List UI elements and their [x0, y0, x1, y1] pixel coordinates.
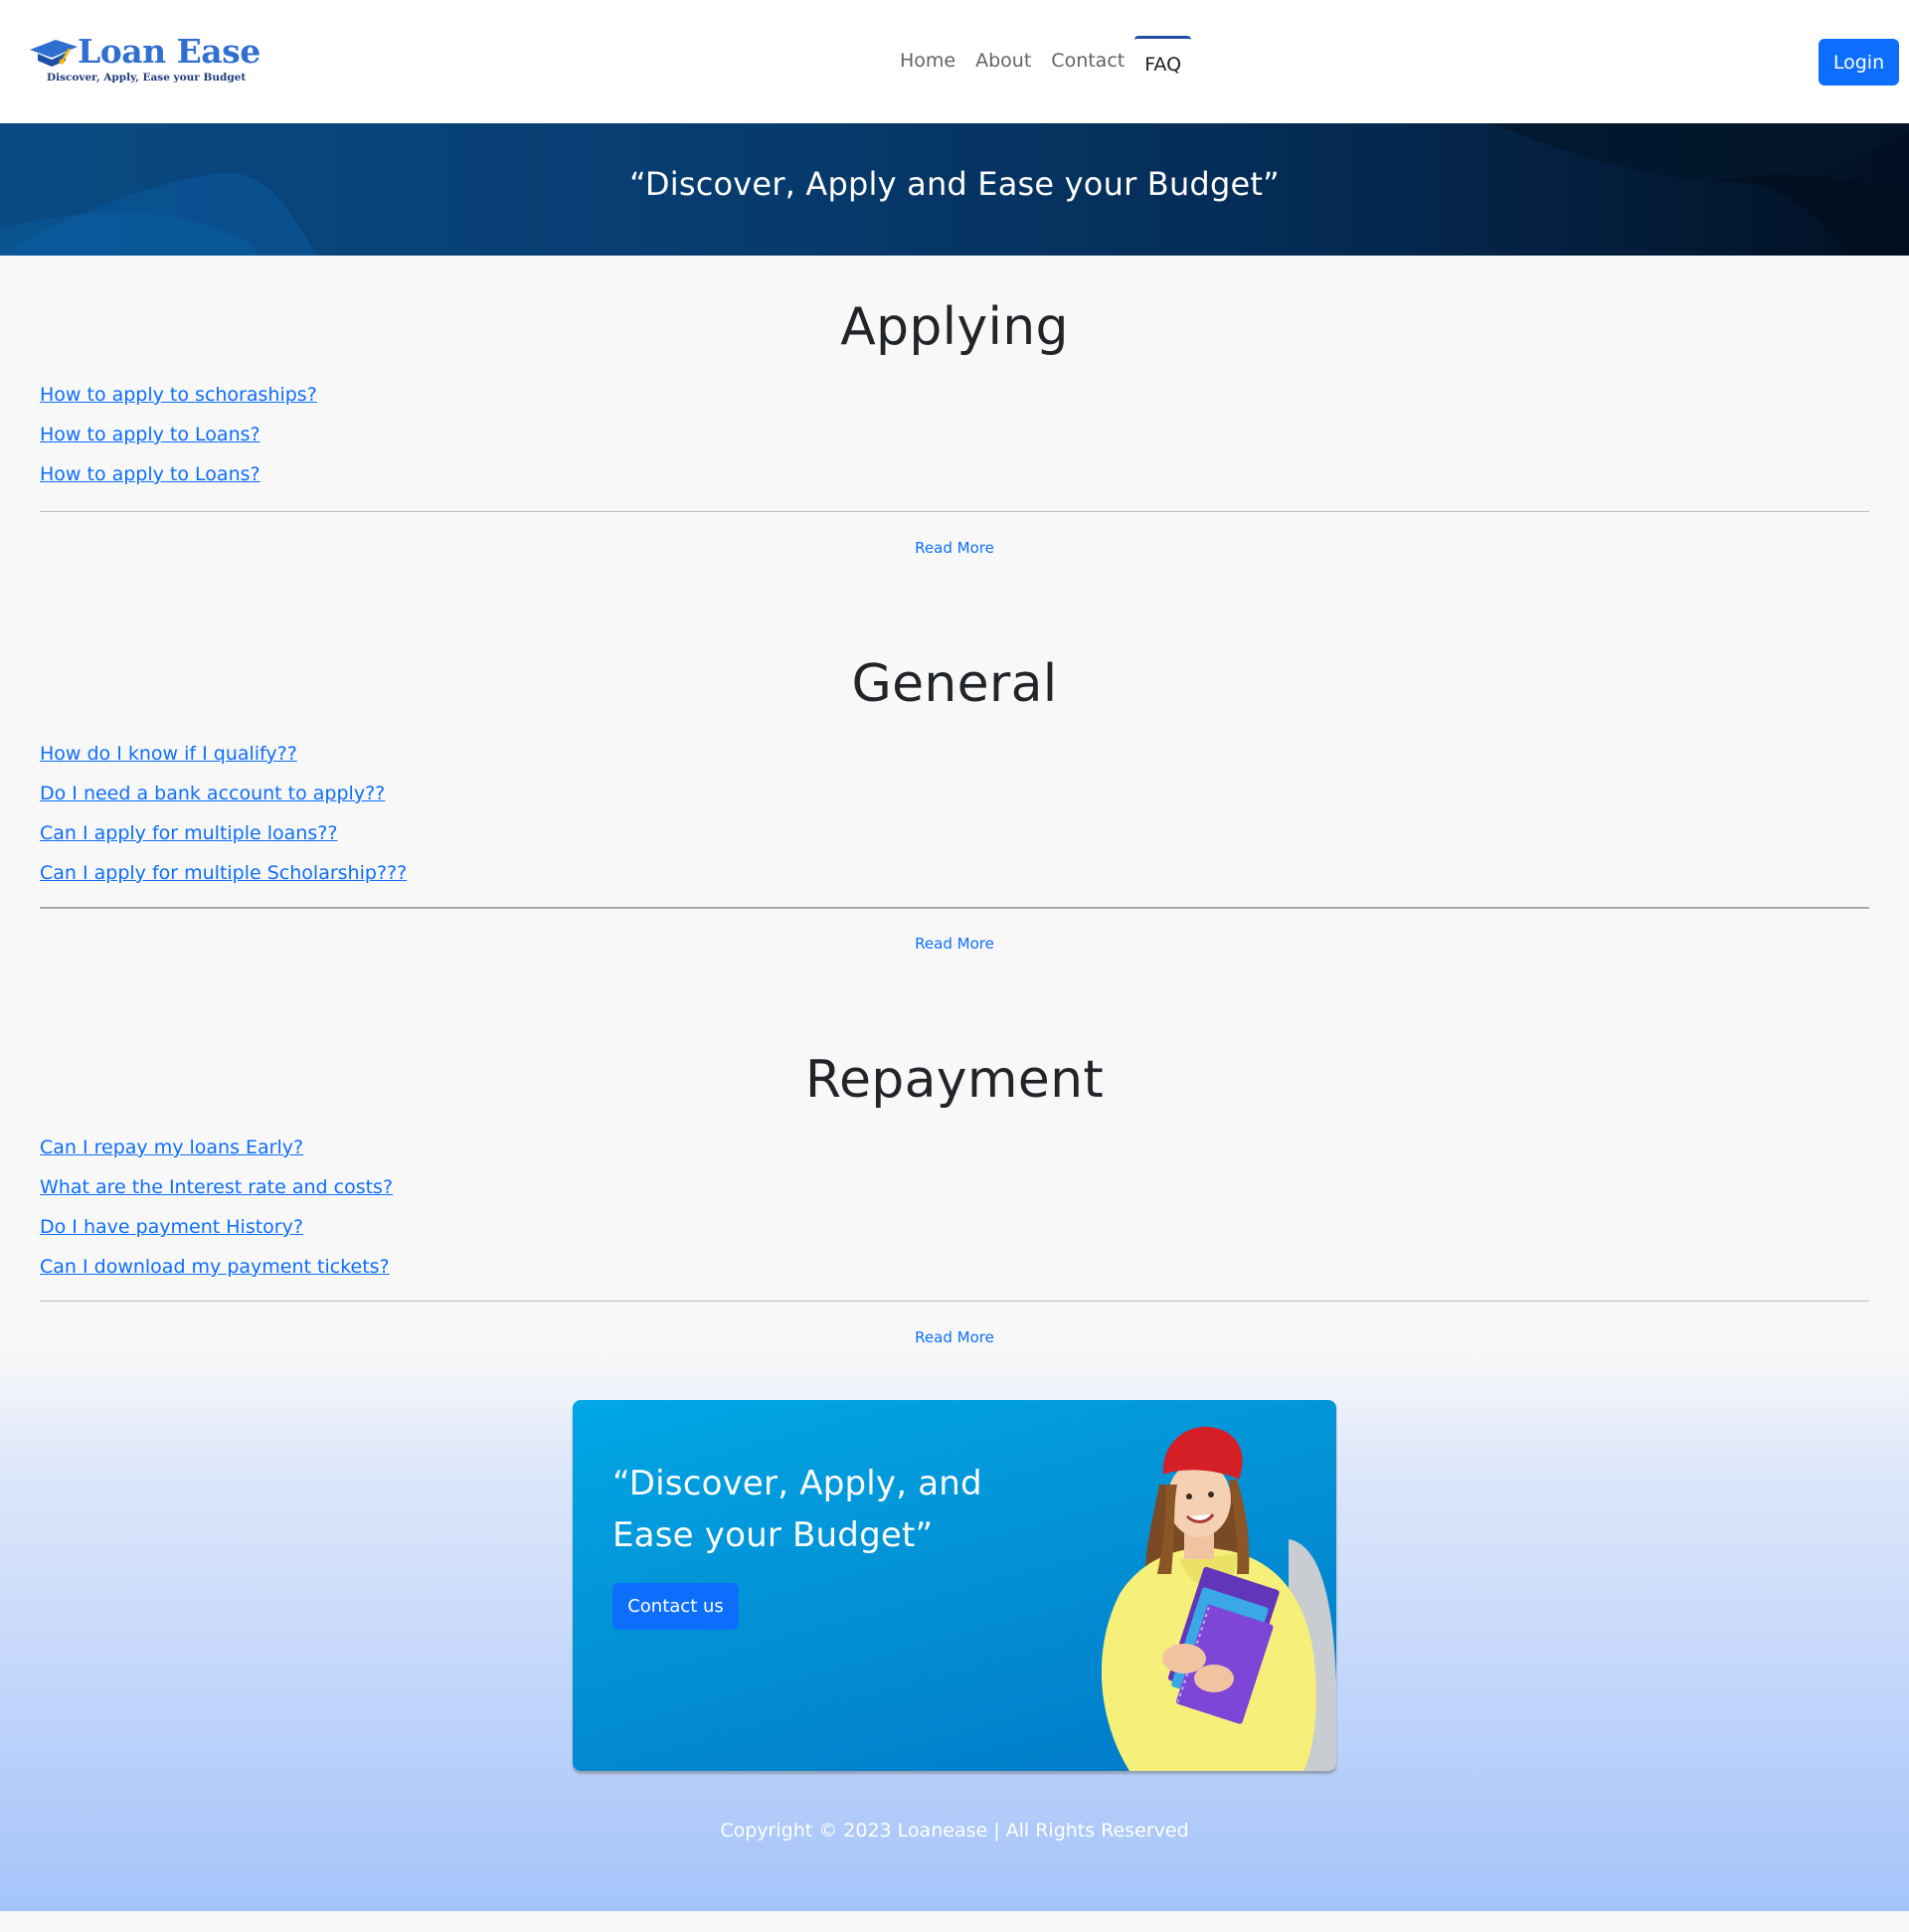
- section-divider: [40, 907, 1869, 909]
- faq-question-link[interactable]: How to apply to Loans?: [40, 454, 260, 494]
- section-title-repayment: Repayment: [804, 1050, 1105, 1110]
- navbar: Loan Ease Discover, Apply, Ease your Bud…: [0, 0, 1909, 123]
- hero-quote: “Discover, Apply and Ease your Budget”: [629, 165, 1280, 203]
- nav-home[interactable]: Home: [890, 36, 965, 86]
- question-list-general: How do I know if I qualify?? Do I need a…: [40, 734, 1869, 893]
- faq-section-repayment: Repayment Can I repay my loans Early? Wh…: [0, 954, 1909, 1347]
- main-nav: Home About Contact FAQ: [890, 36, 1192, 86]
- faq-question-link[interactable]: Do I need a bank account to apply??: [40, 774, 385, 813]
- faq-section-general: General How do I know if I qualify?? Do …: [0, 558, 1909, 954]
- section-divider: [40, 1301, 1869, 1302]
- faq-section-applying: Applying How to apply to schoraships? Ho…: [0, 256, 1909, 558]
- footer-area: “Discover, Apply, and Ease your Budget” …: [0, 1347, 1909, 1911]
- faq-question-link[interactable]: Do I have payment History?: [40, 1207, 303, 1247]
- nav-faq[interactable]: FAQ: [1134, 36, 1192, 86]
- brand-tagline: Discover, Apply, Ease your Budget: [47, 72, 247, 84]
- faq-question-link[interactable]: Can I download my payment tickets?: [40, 1247, 390, 1287]
- student-illustration: [1101, 1426, 1336, 1771]
- contact-us-button[interactable]: Contact us: [612, 1583, 739, 1630]
- cta-quote-line1: “Discover, Apply, and: [612, 1464, 982, 1503]
- faq-question-link[interactable]: How to apply to schoraships?: [40, 375, 317, 415]
- question-list-applying: How to apply to schoraships? How to appl…: [40, 375, 1869, 494]
- brand-logo[interactable]: Loan Ease Discover, Apply, Ease your Bud…: [30, 32, 260, 89]
- faq-content: Applying How to apply to schoraships? Ho…: [0, 256, 1909, 1347]
- faq-question-link[interactable]: Can I apply for multiple Scholarship???: [40, 853, 407, 893]
- read-more-general[interactable]: Read More: [40, 934, 1869, 954]
- faq-question-link[interactable]: What are the Interest rate and costs?: [40, 1167, 393, 1207]
- nav-about[interactable]: About: [965, 36, 1041, 86]
- hero-banner: “Discover, Apply and Ease your Budget”: [0, 123, 1909, 256]
- faq-question-link[interactable]: Can I apply for multiple loans??: [40, 813, 337, 853]
- read-more-repayment[interactable]: Read More: [40, 1327, 1869, 1347]
- graduation-cap-icon: [30, 40, 78, 67]
- section-divider: [40, 511, 1869, 512]
- brand-name: Loan Ease: [78, 32, 260, 71]
- read-more-applying[interactable]: Read More: [40, 538, 1869, 558]
- contact-cta-card: “Discover, Apply, and Ease your Budget” …: [573, 1400, 1336, 1771]
- copyright-text: Copyright © 2023 Loanease | All Rights R…: [720, 1820, 1189, 1842]
- section-title-general: General: [851, 654, 1058, 714]
- section-title-applying: Applying: [840, 297, 1069, 357]
- faq-question-link[interactable]: How to apply to Loans?: [40, 415, 260, 454]
- nav-contact[interactable]: Contact: [1041, 36, 1134, 86]
- question-list-repayment: Can I repay my loans Early? What are the…: [40, 1128, 1869, 1287]
- cta-quote: “Discover, Apply, and Ease your Budget”: [612, 1458, 990, 1561]
- login-button[interactable]: Login: [1819, 39, 1899, 86]
- faq-question-link[interactable]: How do I know if I qualify??: [40, 734, 297, 774]
- faq-question-link[interactable]: Can I repay my loans Early?: [40, 1128, 303, 1167]
- cta-quote-line2: Ease your Budget”: [612, 1515, 934, 1555]
